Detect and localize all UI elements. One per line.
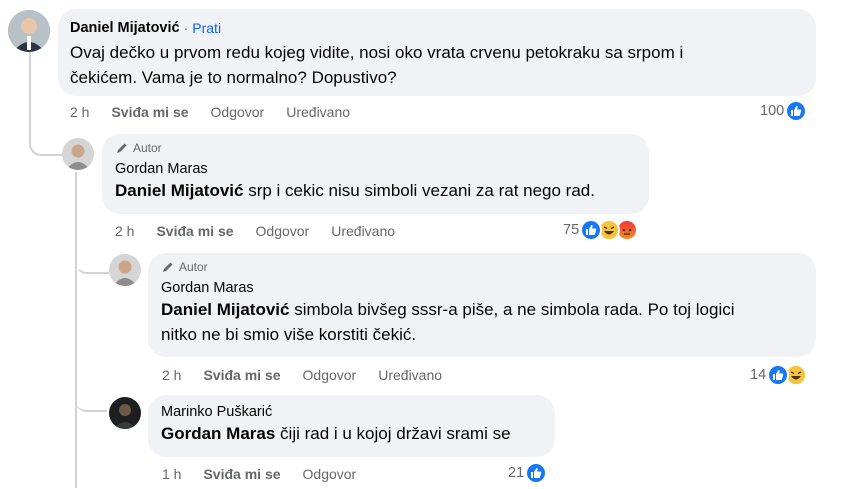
comment-bubble-4: Marinko Puškarić Gordan Maras čiji rad i… [148, 395, 555, 457]
comment-text-line: Ovaj dečko u prvom redu kojeg vidite, no… [70, 43, 684, 62]
comment-text-line: čekićem. Vama je to normalno? Dopustivo? [70, 68, 397, 87]
thread-line-sub [75, 172, 77, 488]
comment-author[interactable]: Gordan Maras [115, 161, 636, 177]
mention-link[interactable]: Daniel Mijatović [161, 300, 289, 319]
edited-label[interactable]: Uređivano [286, 104, 350, 120]
comment-actions: 2 h Sviđa mi se Odgovor Uređivano [70, 102, 372, 122]
reply-button[interactable]: Odgovor [303, 466, 357, 482]
like-reaction-icon [785, 100, 808, 122]
reply-button[interactable]: Odgovor [211, 104, 265, 120]
mention-link[interactable]: Daniel Mijatović [115, 181, 243, 200]
edited-label[interactable]: Uređivano [331, 223, 395, 239]
author-name[interactable]: Gordan Maras [115, 161, 208, 177]
edited-label[interactable]: Uređivano [378, 367, 442, 383]
thread-curve-3 [75, 380, 107, 412]
comment-time[interactable]: 1 h [162, 466, 181, 482]
reaction-count: 75 [563, 222, 580, 238]
thread-curve-1 [29, 120, 63, 156]
comment-text: Gordan Maras čiji rad i u kojoj državi s… [161, 421, 542, 446]
reaction-count: 21 [508, 465, 525, 481]
author-badge: Autor [115, 141, 636, 155]
comment-text-content: čiji rad i u kojoj državi srami se [275, 424, 511, 443]
comment-actions: 1 h Sviđa mi se Odgovor [162, 464, 378, 484]
author-badge-label: Autor [133, 141, 162, 155]
like-reaction-icon [525, 462, 548, 484]
avatar-daniel-image [8, 10, 50, 52]
comment-bubble-3: Autor Gordan Maras Daniel Mijatović simb… [148, 253, 816, 357]
author-badge: Autor [161, 260, 803, 274]
comment-text-content: srp i cekic nisu simboli vezani za rat n… [243, 181, 595, 200]
comment-author[interactable]: Marinko Puškarić [161, 404, 542, 420]
comment-time[interactable]: 2 h [162, 367, 181, 383]
reaction-summary[interactable]: 14 [750, 364, 808, 386]
comment-bubble-1: Daniel Mijatović · Prati Ovaj dečko u pr… [58, 9, 816, 96]
avatar-gordan[interactable] [62, 138, 94, 170]
thread-curve-2 [75, 238, 109, 274]
comment-text: Ovaj dečko u prvom redu kojeg vidite, no… [70, 40, 804, 90]
like-reaction-icon [580, 219, 603, 241]
comment-author[interactable]: Daniel Mijatović [70, 20, 180, 36]
reaction-count: 14 [750, 367, 767, 383]
follow-link[interactable]: Prati [192, 20, 221, 36]
comment-time[interactable]: 2 h [115, 223, 134, 239]
avatar-gordan-image [109, 254, 141, 286]
avatar-gordan[interactable] [109, 254, 141, 286]
like-button[interactable]: Sviđa mi se [111, 104, 188, 120]
like-reaction-icon [767, 364, 790, 386]
avatar-gordan-image [62, 138, 94, 170]
comment-text: Daniel Mijatović simbola bivšeg sssr-a p… [161, 297, 803, 347]
avatar-marinko-image [109, 397, 141, 429]
comment-time[interactable]: 2 h [70, 104, 89, 120]
reply-button[interactable]: Odgovor [303, 367, 357, 383]
reaction-count: 100 [760, 103, 785, 119]
comment-author[interactable]: Gordan Maras [161, 280, 803, 296]
reaction-summary[interactable]: 21 [508, 462, 548, 484]
pencil-icon [117, 143, 127, 153]
author-name[interactable]: Marinko Puškarić [161, 404, 272, 420]
avatar-marinko[interactable] [109, 397, 141, 429]
avatar-daniel[interactable] [8, 10, 50, 52]
pencil-icon [163, 262, 173, 272]
like-button[interactable]: Sviđa mi se [156, 223, 233, 239]
comment-text: Daniel Mijatović srp i cekic nisu simbol… [115, 178, 636, 203]
comment-actions: 2 h Sviđa mi se Odgovor Uređivano [115, 221, 417, 241]
like-button[interactable]: Sviđa mi se [203, 367, 280, 383]
comment-actions: 2 h Sviđa mi se Odgovor Uređivano [162, 365, 464, 385]
author-badge-label: Autor [179, 260, 208, 274]
reply-button[interactable]: Odgovor [256, 223, 310, 239]
comment-text-line: nitko ne bi smio više korstiti čekić. [161, 325, 417, 344]
mention-link[interactable]: Gordan Maras [161, 424, 275, 443]
comment-text-content: simbola bivšeg sssr-a piše, a ne simbola… [289, 300, 735, 319]
separator-dot: · [183, 20, 189, 36]
like-button[interactable]: Sviđa mi se [203, 466, 280, 482]
author-name[interactable]: Gordan Maras [161, 280, 254, 296]
reaction-summary[interactable]: 100 [760, 100, 808, 122]
reaction-summary[interactable]: 75 [563, 219, 639, 241]
comment-bubble-2: Autor Gordan Maras Daniel Mijatović srp … [102, 134, 649, 214]
